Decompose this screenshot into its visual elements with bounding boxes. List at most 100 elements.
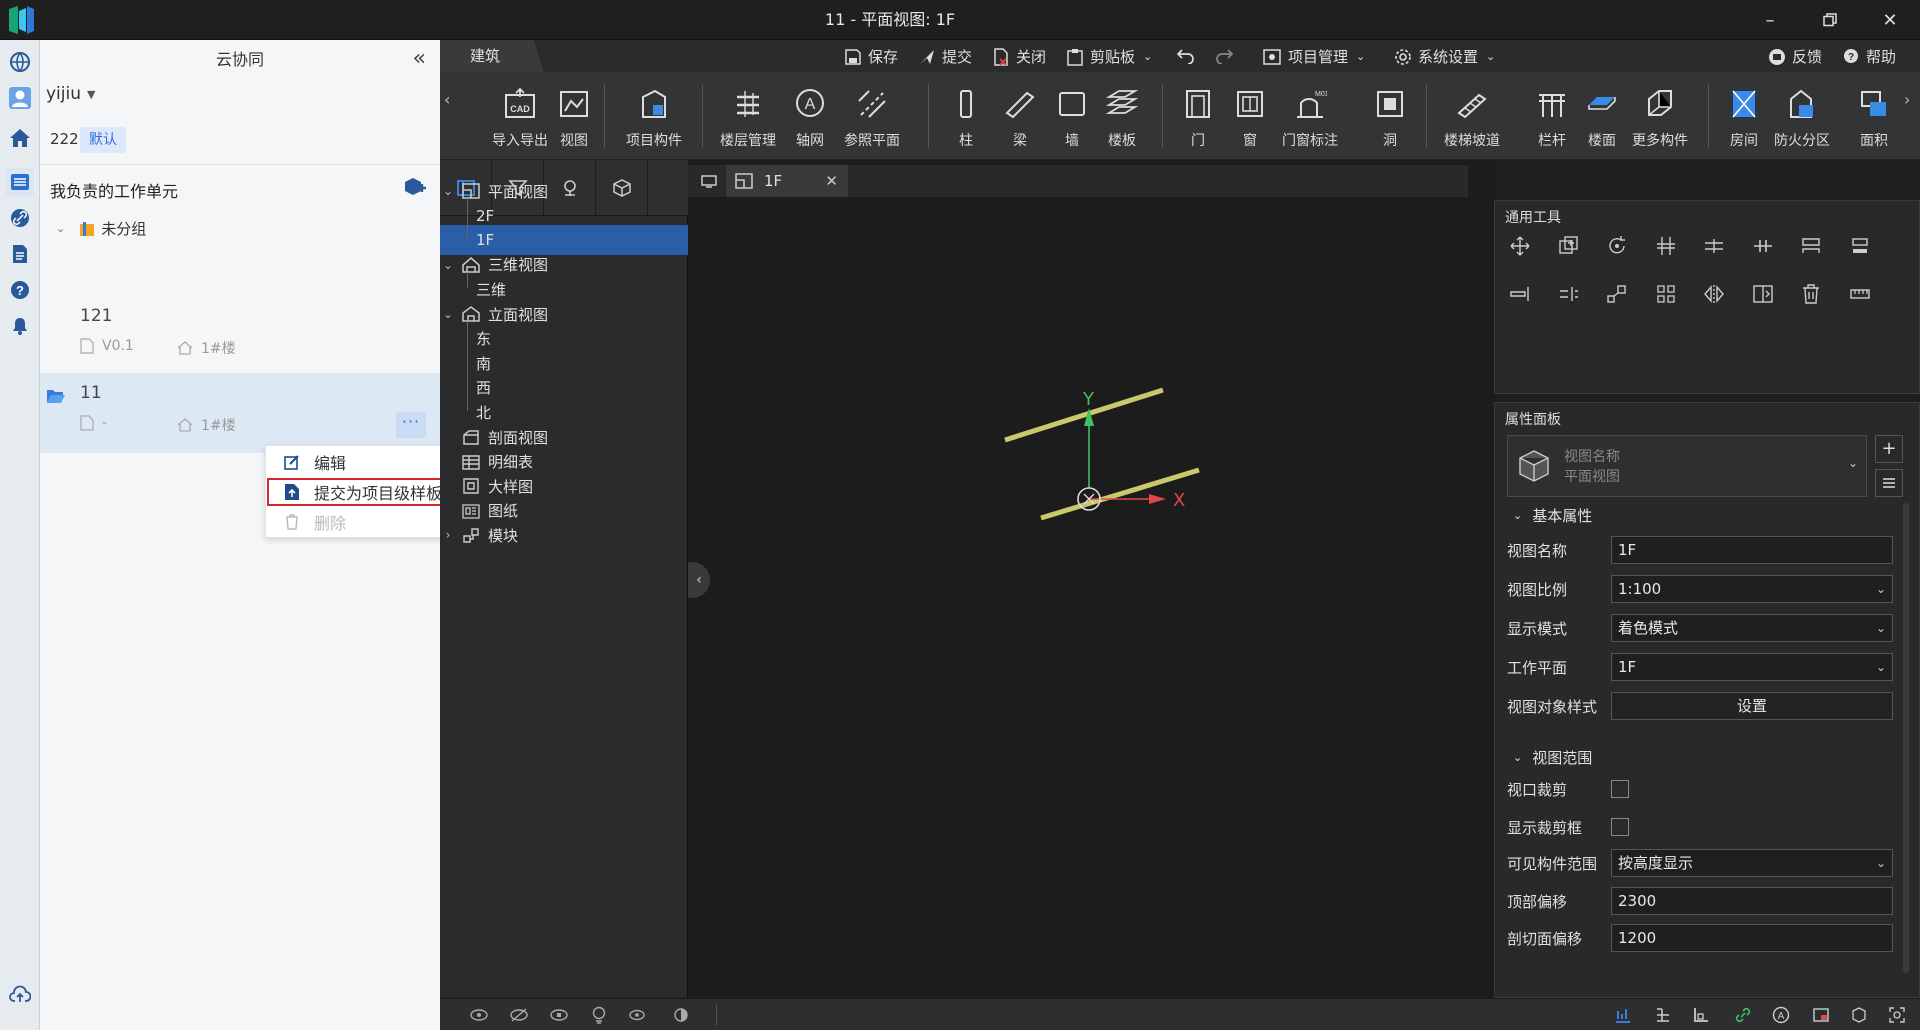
hide-icon[interactable] — [508, 1004, 530, 1026]
view-list-button[interactable] — [1875, 469, 1903, 497]
restore-button[interactable] — [1808, 0, 1852, 40]
column-button[interactable]: 柱 — [946, 84, 986, 150]
more-button[interactable]: ··· — [396, 412, 426, 438]
save-button[interactable]: 保存 — [844, 46, 898, 67]
minimize-button[interactable]: – — [1748, 0, 1792, 40]
compass-icon[interactable]: A — [1770, 1004, 1792, 1026]
rotate-tool-button[interactable] — [1602, 231, 1632, 261]
delete-tool-button[interactable] — [1796, 279, 1826, 309]
project-manage-menu[interactable]: 项目管理 ⌄ — [1262, 46, 1365, 67]
globe-icon[interactable] — [6, 48, 34, 76]
menu-item-submit-template[interactable]: 提交为项目级样板 — [266, 477, 469, 507]
import-export-button[interactable]: CAD 导入导出 — [492, 84, 548, 150]
scale-tool-button[interactable] — [1602, 279, 1632, 309]
floor-manage-button[interactable]: 楼层管理 — [720, 84, 776, 150]
close-doc-button[interactable]: 关闭 — [992, 46, 1046, 67]
system-settings-menu[interactable]: 系统设置 ⌄ — [1394, 46, 1495, 67]
reference-plane-button[interactable]: 参照平面 — [844, 84, 900, 150]
pin-tool-button[interactable] — [1845, 231, 1875, 261]
split-tool-button[interactable] — [1748, 231, 1778, 261]
eye-menu-icon[interactable] — [628, 1004, 650, 1026]
railing-button[interactable]: 栏杆 — [1532, 84, 1572, 150]
section-view-range[interactable]: ⌄ 视图范围 — [1513, 747, 1592, 768]
trim-tool-button[interactable] — [1554, 279, 1584, 309]
display-mode-select[interactable]: 着色模式 ⌄ — [1611, 614, 1893, 642]
scale-select[interactable]: 1:100 ⌄ — [1611, 575, 1893, 603]
opening-button[interactable]: 洞 — [1370, 84, 1410, 150]
chain-link-icon[interactable] — [1732, 1004, 1754, 1026]
multi-copy-tool-button[interactable] — [1651, 279, 1681, 309]
slab-button[interactable]: 楼板 — [1102, 84, 1142, 150]
bell-icon[interactable] — [6, 312, 34, 340]
project-row[interactable]: 222 默认 — [40, 122, 440, 160]
cube-outline-icon[interactable] — [1848, 1004, 1870, 1026]
project-component-button[interactable]: 项目构件 — [626, 84, 682, 150]
view-name-input[interactable]: 1F — [1611, 536, 1893, 564]
corner-icon[interactable] — [1690, 1004, 1712, 1026]
tab-architecture[interactable]: 建筑 — [440, 40, 544, 72]
trim-extend-tool-button[interactable] — [1505, 279, 1535, 309]
lightbulb-icon[interactable] — [588, 1004, 610, 1026]
redo-button[interactable] — [1214, 46, 1240, 64]
scroll-right-icon[interactable]: › — [1904, 90, 1910, 109]
stair-ramp-button[interactable]: 楼梯坡道 — [1444, 84, 1500, 150]
view-button[interactable]: 视图 — [554, 84, 594, 150]
fire-zone-button[interactable]: 防火分区 — [1774, 84, 1830, 150]
chevron-right-icon[interactable]: › — [440, 528, 456, 542]
isolate-icon[interactable] — [548, 1004, 570, 1026]
user-dropdown[interactable]: yijiu ▼ — [46, 84, 95, 104]
tree-structure-icon[interactable] — [1652, 1004, 1674, 1026]
close-window-button[interactable]: ✕ — [1868, 0, 1912, 40]
measure-tool-button[interactable] — [1845, 279, 1875, 309]
beam-button[interactable]: 梁 — [1000, 84, 1040, 150]
copy-tool-button[interactable] — [1554, 231, 1584, 261]
move-tool-button[interactable] — [1505, 231, 1535, 261]
collapse-panel-button[interactable]: « — [413, 48, 426, 70]
tab-menu-icon[interactable] — [700, 173, 718, 189]
visibility-icon[interactable] — [468, 1004, 490, 1026]
level-icon[interactable] — [1612, 1004, 1634, 1026]
drawing-canvas[interactable]: Y X — [688, 160, 1496, 998]
help-button[interactable]: ? 帮助 — [1842, 46, 1896, 67]
undo-button[interactable] — [1176, 46, 1202, 64]
array-tool-button[interactable] — [1796, 231, 1826, 261]
clipboard-menu[interactable]: 剪贴板 ⌄ — [1066, 46, 1152, 67]
home-icon[interactable] — [6, 124, 34, 152]
area-button[interactable]: 面积 — [1854, 84, 1894, 150]
props-scrollbar[interactable] — [1903, 503, 1909, 973]
close-tab-icon[interactable]: ✕ — [825, 172, 838, 190]
list-icon[interactable] — [6, 168, 34, 196]
join-tool-button[interactable] — [1748, 279, 1778, 309]
menu-item-edit[interactable]: 编辑 — [266, 447, 469, 477]
object-style-settings-button[interactable]: 设置 — [1611, 692, 1893, 720]
feedback-button[interactable]: 反馈 — [1768, 46, 1822, 67]
scroll-left-icon[interactable]: ‹ — [444, 90, 450, 109]
unit-item[interactable]: 121 V0.1 1#楼 — [40, 302, 440, 372]
view-type-selector[interactable]: 视图名称 平面视图 ⌄ — [1507, 435, 1867, 497]
tree-node-module[interactable]: › 模块 — [440, 520, 688, 550]
menu-item-delete[interactable]: 删除 — [266, 507, 469, 537]
chevron-down-icon[interactable]: ⌄ — [440, 258, 456, 272]
mirror-tool-button[interactable] — [1699, 279, 1729, 309]
wall-button[interactable]: 墙 — [1052, 84, 1092, 150]
show-crop-box-checkbox[interactable] — [1611, 818, 1629, 836]
viewport-crop-checkbox[interactable] — [1611, 780, 1629, 798]
link-icon[interactable] — [6, 204, 34, 232]
document-icon[interactable] — [6, 240, 34, 268]
group-row[interactable]: ⌄ 未分组 — [56, 218, 146, 239]
add-unit-icon[interactable] — [404, 176, 426, 198]
zoom-fit-icon[interactable] — [1886, 1004, 1908, 1026]
doc-tab-1f[interactable]: 1F ✕ — [726, 165, 848, 197]
door-button[interactable]: 门 — [1178, 84, 1218, 150]
door-window-tag-button[interactable]: M01 门窗标注 — [1282, 84, 1338, 150]
cut-offset-input[interactable]: 1200 — [1611, 924, 1893, 952]
unit-item-selected[interactable]: 11 - 1#楼 — [40, 373, 440, 453]
workplane-select[interactable]: 1F ⌄ — [1611, 653, 1893, 681]
avatar-icon[interactable] — [6, 84, 34, 112]
offset-tool-button[interactable] — [1699, 231, 1729, 261]
floor-surface-button[interactable]: 楼面 — [1582, 84, 1622, 150]
section-basic[interactable]: ⌄ 基本属性 — [1513, 505, 1592, 526]
top-offset-input[interactable]: 2300 — [1611, 887, 1893, 915]
grid-button[interactable]: A 轴网 — [790, 84, 830, 150]
chevron-down-icon[interactable]: ⌄ — [440, 184, 456, 198]
